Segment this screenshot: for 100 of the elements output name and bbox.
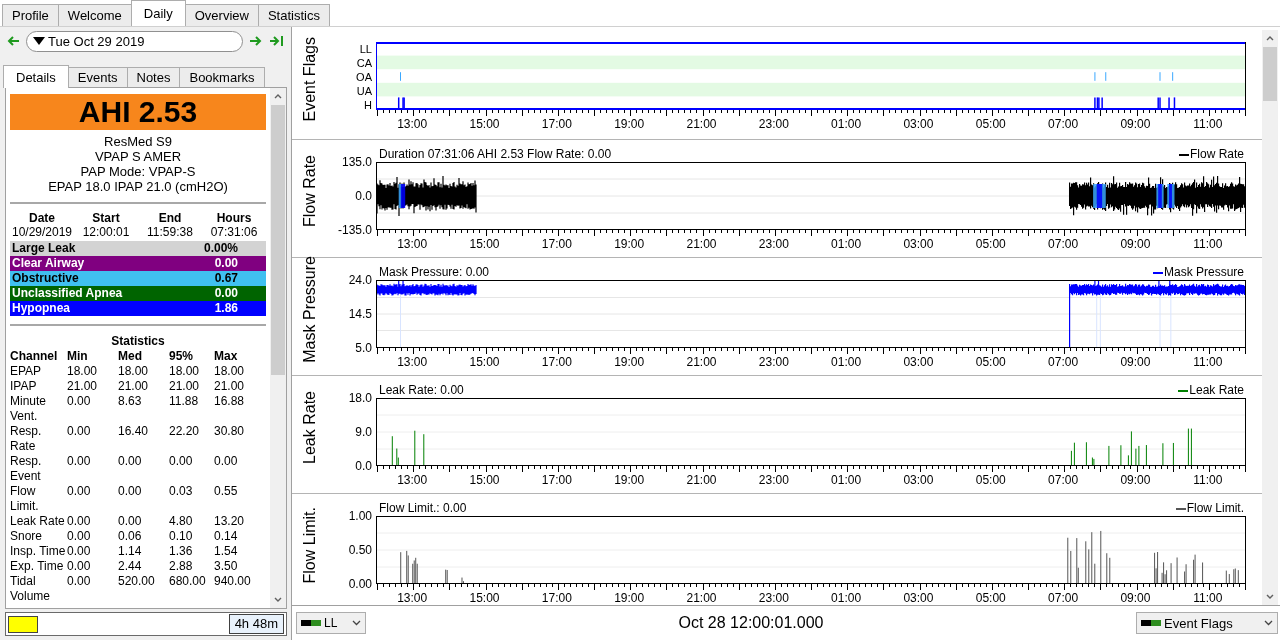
axis-label: 09:00 [1119,236,1152,252]
table-cell: 0.00 [67,559,118,574]
scrollbar-thumb[interactable] [271,105,285,375]
legend-swatch-icon [1141,620,1161,626]
tab[interactable]: Profile [2,4,59,26]
legend-label: Leak Rate [1189,383,1244,398]
graph-label: Event Flags [301,36,319,122]
axis-label: OA [356,70,372,84]
graph-title: Mask Pressure: 0.00 [379,265,490,280]
axis-label: -135.0 [337,223,372,237]
table-cell: 0.00 [67,544,118,559]
event-rate: 0.00% [203,241,238,256]
arrow-right-icon[interactable] [249,35,263,47]
table-cell: 0.03 [169,484,214,514]
table-cell: 0.00 [118,514,169,529]
scrollbar-thumb[interactable] [1263,47,1277,101]
graph-title: Flow Limit.: 0.00 [379,501,467,516]
table-cell-text: 12:00:01 [81,225,131,239]
table-cell: Insp. Time [10,544,67,559]
table-cell: 0.00 [67,484,118,514]
table-cell-text: 0.00 [214,454,239,470]
event-name: Large Leak [12,241,76,256]
axis-label: H [364,98,372,112]
plot-area[interactable] [376,162,1246,230]
axis-label: 13:00 [396,236,429,252]
scrollbar[interactable] [270,88,286,608]
graph-select[interactable]: Event Flags [1136,612,1278,634]
axis-label: 17:00 [540,116,573,132]
axis-label: 09:00 [1119,472,1152,488]
event-name: Obstructive [12,271,79,286]
axis-label: 23:00 [757,236,790,252]
axis-label: 9.0 [355,425,372,439]
table-cell: 0.10 [169,529,214,544]
tab[interactable]: Notes [126,67,181,87]
column-header: End [157,211,183,225]
axis-label: 07:00 [1047,472,1080,488]
axis-label: 09:00 [1119,116,1152,132]
axis-label: 17:00 [540,236,573,252]
plot-area[interactable] [376,280,1246,348]
axis-label: 07:00 [1047,116,1080,132]
scrollbar[interactable] [1262,30,1278,605]
axis-label: 11:00 [1192,116,1224,132]
tab[interactable]: Statistics [257,4,330,26]
axis-label: 03:00 [902,354,935,370]
axis-label: 15:00 [468,472,501,488]
pressure-drop-line [1069,292,1071,348]
axis-label: 03:00 [902,236,935,252]
axis-label: 0.00 [348,577,372,591]
table-cell: Resp. Rate [10,424,67,454]
column-header: Med [118,349,169,364]
axis-label: 11:00 [1192,236,1224,252]
axis-label: CA [356,56,372,70]
date-picker[interactable]: Tue Oct 29 2019 [26,30,243,52]
event-rate: 0.00 [214,286,238,301]
tab[interactable]: Overview [184,4,259,26]
graph-label: Mask Pressure [301,255,319,363]
plot-area[interactable] [376,42,1246,110]
ahi-value: AHI 2.53 [10,94,266,130]
axis-label: 03:00 [902,116,935,132]
axis-label: 01:00 [830,354,863,370]
table-cell: 0.00 [118,484,169,514]
tab[interactable]: Bookmarks [179,67,265,87]
table-cell: Flow Limit. [10,484,67,514]
axis-label: 15:00 [468,236,501,252]
axis-label: 19:00 [613,354,646,370]
plot-area[interactable] [376,398,1246,466]
tab[interactable]: Details [3,65,69,88]
axis-label: 13:00 [396,472,429,488]
table-cell: 18.00 [169,364,214,379]
caret-icon [1264,620,1273,626]
table-cell: Tidal Volume [10,574,67,604]
tab[interactable]: Welcome [57,4,132,26]
axis-label: 0.0 [355,459,372,473]
event-name: Clear Airway [12,256,85,271]
axis-label: 21:00 [685,116,718,132]
axis-label: 23:00 [757,116,790,132]
legend-label: Mask Pressure [1163,265,1244,280]
column-header: Start [91,211,121,225]
axis-label: 01:00 [830,116,863,132]
table-cell: 21.00 [169,379,214,394]
column-header: Hours [215,211,253,225]
graph-title: Duration 07:31:06 AHI 2.53 Flow Rate: 0.00 [379,147,612,162]
table-cell: 1.36 [169,544,214,559]
channel-select[interactable]: LL [296,612,366,634]
arrow-left-icon[interactable] [6,35,20,47]
axis-label: 05:00 [974,236,1007,252]
axis-label: 14.5 [348,307,372,321]
axis-label: 0.0 [355,189,372,203]
plot-area[interactable] [376,516,1246,584]
axis-label: 21:00 [685,472,718,488]
caret-icon [352,620,361,626]
axis-label: 15:00 [468,116,501,132]
axis-label: 11:00 [1192,354,1224,370]
axis-label: 21:00 [685,236,718,252]
table-cell-text: 13.20 [214,514,246,529]
axis-label: 13:00 [396,590,429,606]
skip-to-end-icon[interactable] [269,35,284,47]
tab[interactable]: Events [67,67,128,87]
duration-label: 4h 48m [228,614,284,634]
axis-label: 21:00 [685,354,718,370]
